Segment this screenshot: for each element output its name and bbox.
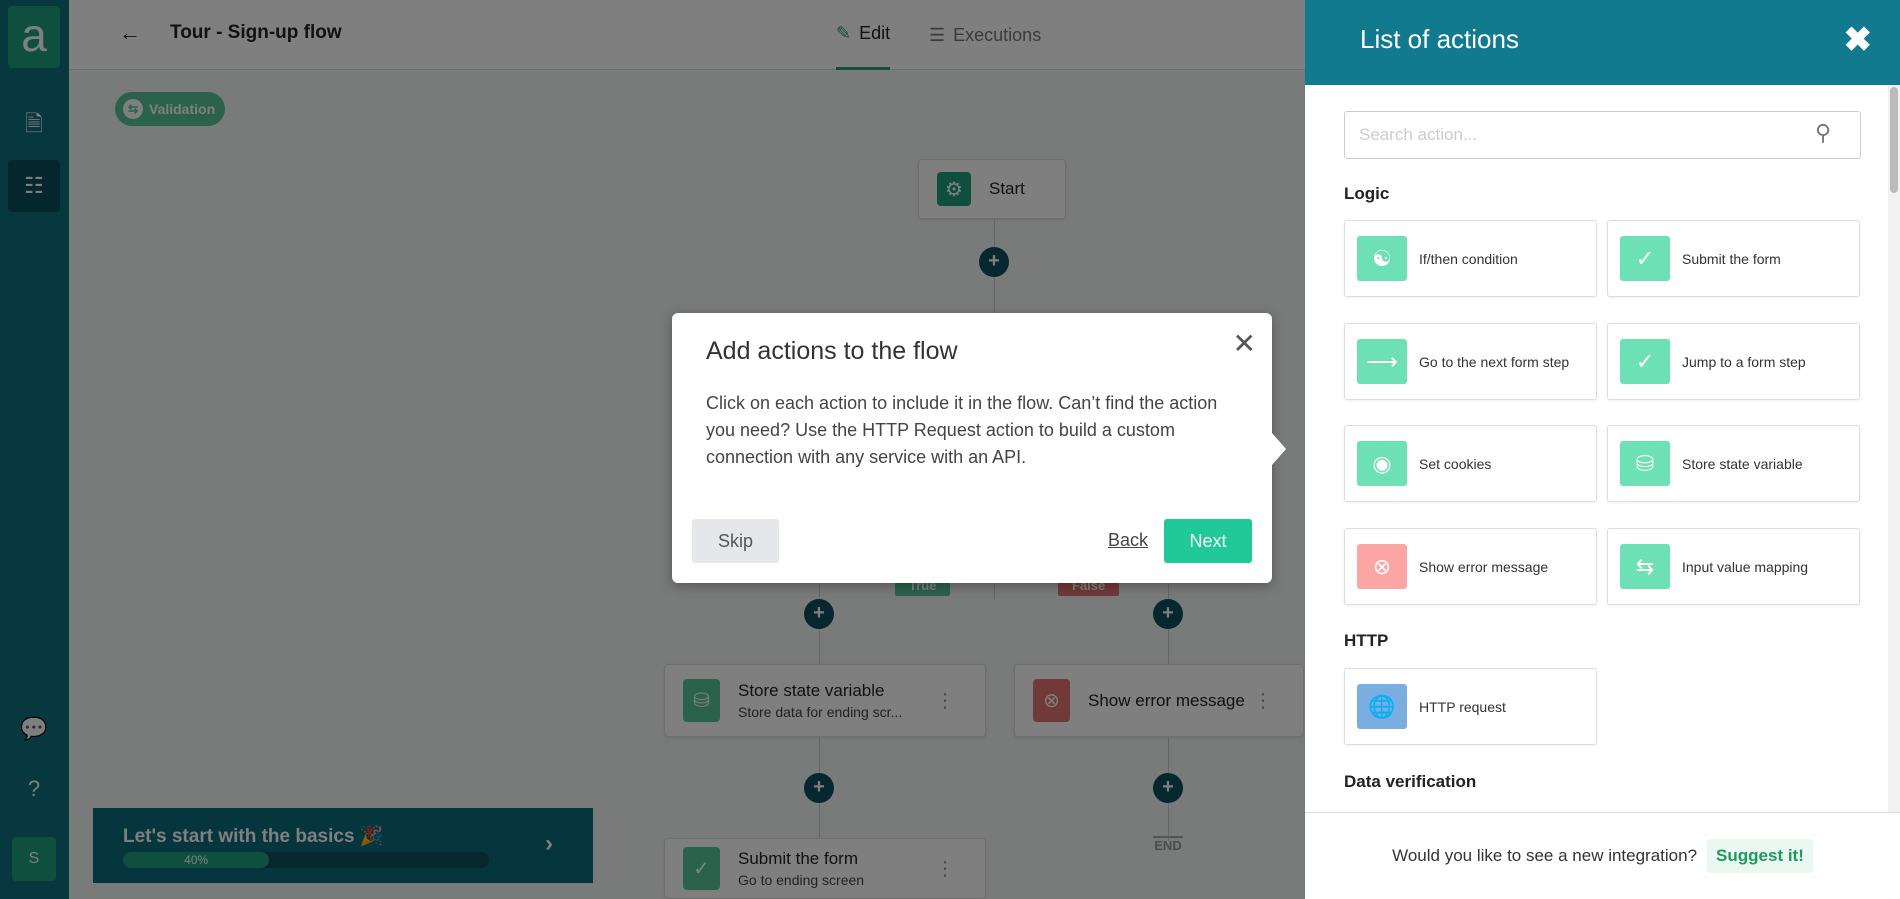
section-title: HTTP — [1344, 631, 1389, 650]
panel-footer: Would you like to see a new integration?… — [1305, 812, 1900, 899]
dialog-title: Add actions to the flow — [706, 337, 958, 365]
panel-header: List of actions ✖ — [1305, 0, 1900, 85]
next-button[interactable]: Next — [1164, 519, 1252, 563]
scrollbar[interactable] — [1888, 85, 1900, 812]
jump-arrow-icon: ✓ — [1620, 339, 1670, 384]
database-edit-icon: ⛁ — [1620, 441, 1670, 486]
section-title: Data verification — [1344, 772, 1477, 791]
panel-title: List of actions — [1360, 24, 1519, 54]
scrollbar-thumb[interactable] — [1890, 87, 1898, 193]
x-circle-icon: ⊗ — [1357, 544, 1407, 589]
action-card[interactable]: ✓ Jump to a form step — [1607, 323, 1860, 400]
suggest-button[interactable]: Suggest it! — [1707, 839, 1813, 873]
close-icon[interactable]: ✕ — [1233, 327, 1256, 360]
cookie-icon: ◉ — [1357, 441, 1407, 486]
search-icon[interactable]: ⚲ — [1815, 120, 1831, 146]
back-link[interactable]: Back — [1108, 530, 1148, 551]
action-card[interactable]: ⟶ Go to the next form step — [1344, 323, 1597, 400]
action-card[interactable]: ◉ Set cookies — [1344, 425, 1597, 502]
action-card[interactable]: ⊗ Show error message — [1344, 528, 1597, 605]
actions-panel: List of actions ✖ ⚲ Logic ☯If/then condi… — [1305, 0, 1900, 899]
swap-icon: ⇆ — [1620, 544, 1670, 589]
action-card[interactable]: ⛁ Store state variable — [1607, 425, 1860, 502]
action-card[interactable]: ☯ If/then condition — [1344, 220, 1597, 297]
check-circle-icon: ✓ — [1620, 236, 1670, 281]
tour-dialog: Add actions to the flow ✕ Click on each … — [672, 313, 1286, 583]
close-icon[interactable]: ✖ — [1844, 20, 1873, 60]
skip-button[interactable]: Skip — [692, 519, 779, 563]
globe-icon: 🌐 — [1357, 684, 1407, 729]
action-card[interactable]: ⇆ Input value mapping — [1607, 528, 1860, 605]
branch-icon: ☯ — [1357, 236, 1407, 281]
section-title: Logic — [1344, 184, 1390, 203]
action-card[interactable]: 🌐 HTTP request — [1344, 668, 1597, 745]
arrow-right-icon: ⟶ — [1357, 339, 1407, 384]
action-card[interactable]: ✓ Submit the form — [1607, 220, 1860, 297]
dialog-body: Click on each action to include it in th… — [706, 393, 1218, 467]
search-input[interactable] — [1344, 111, 1861, 159]
